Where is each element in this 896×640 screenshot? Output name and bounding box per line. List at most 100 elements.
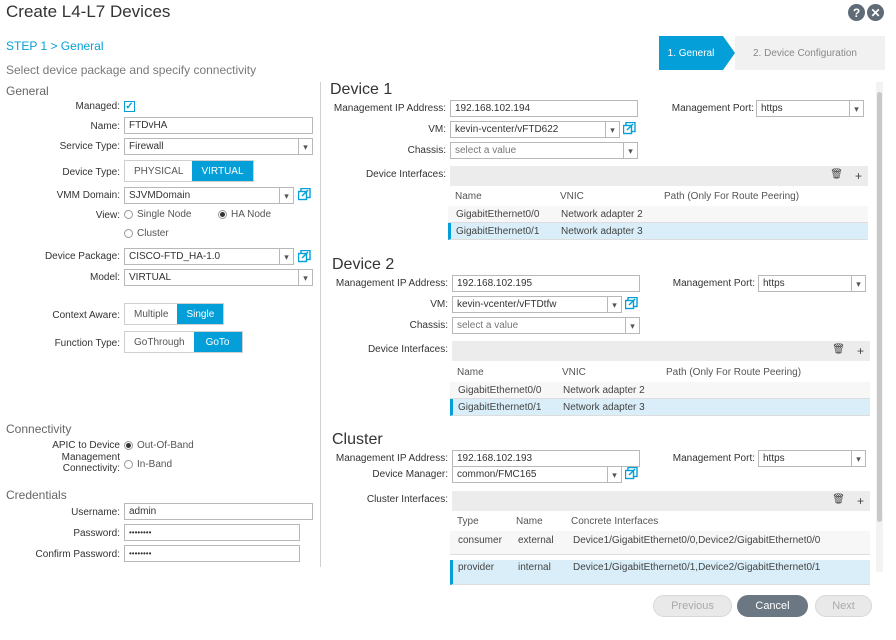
next-button[interactable]: Next [815, 595, 872, 617]
device1-chassis-placeholder: select a value [455, 145, 517, 156]
radio-selected-icon [124, 440, 133, 450]
help-icon[interactable]: ? [848, 4, 865, 21]
username-input[interactable]: admin [124, 503, 313, 520]
cluster-heading: Cluster [332, 431, 383, 448]
add-icon[interactable]: + [855, 169, 862, 183]
vmm-domain-value: SJVMDomain [129, 190, 191, 201]
chevron-down-icon: ▾ [607, 297, 621, 312]
context-aware-multiple[interactable]: Multiple [125, 304, 178, 324]
device2-col-vnic[interactable]: VNIC [562, 367, 586, 378]
vmm-domain-select[interactable]: SJVMDomain ▾ [124, 187, 294, 204]
function-type-goto[interactable]: GoTo [193, 332, 242, 352]
username-label: Username: [71, 507, 120, 518]
device1-col-name[interactable]: Name [455, 191, 482, 202]
table-row[interactable]: GigabitEthernet0/0 Network adapter 2 [448, 206, 868, 223]
device-manager-label: Device Manager: [372, 469, 448, 480]
device-manager-select[interactable]: common/FMC165 ▾ [452, 466, 622, 483]
wizard-step-general[interactable]: 1. General [659, 36, 723, 70]
cluster-mgmt-port-label: Management Port: [672, 453, 755, 464]
device2-heading: Device 2 [332, 256, 395, 273]
device2-col-name[interactable]: Name [457, 367, 484, 378]
table-row[interactable]: consumer external Device1/GigabitEtherne… [450, 531, 870, 555]
cluster-interfaces-label: Cluster Interfaces: [366, 494, 448, 505]
device1-mgmt-port-select[interactable]: https ▾ [756, 100, 864, 117]
confirm-password-input[interactable]: •••••••• [124, 545, 300, 562]
add-icon[interactable]: + [857, 494, 864, 508]
open-link-icon[interactable] [298, 250, 311, 263]
cluster-col-type[interactable]: Type [457, 516, 479, 527]
wizard-step-device-configuration[interactable]: 2. Device Configuration [735, 36, 885, 70]
view-option-cluster[interactable]: Cluster [124, 228, 169, 239]
name-input[interactable]: FTDvHA [124, 117, 313, 134]
device2-chassis-select[interactable]: select a value ▾ [452, 317, 640, 334]
radio-icon [124, 209, 133, 219]
service-type-select[interactable]: Firewall ▾ [124, 138, 313, 155]
table-row[interactable]: GigabitEthernet0/0 Network adapter 2 [450, 382, 870, 399]
view-option-ha-node[interactable]: HA Node [218, 209, 271, 220]
device1-mgmt-port-label: Management Port: [671, 103, 754, 114]
context-aware-single[interactable]: Single [177, 304, 224, 324]
device1-interfaces-label: Device Interfaces: [365, 169, 446, 180]
device2-mgmt-ip-label: Management IP Address: [335, 278, 448, 289]
device1-chassis-select[interactable]: select a value ▾ [450, 142, 638, 159]
scrollbar-thumb[interactable] [877, 92, 882, 522]
device1-mgmt-ip-label: Management IP Address: [333, 103, 446, 114]
device-type-virtual[interactable]: VIRTUAL [192, 161, 253, 181]
chevron-down-icon: ▾ [849, 101, 863, 116]
open-link-icon[interactable] [625, 297, 638, 310]
password-input[interactable]: •••••••• [124, 524, 300, 541]
trash-icon[interactable]: 🗑 [830, 169, 843, 183]
confirm-password-label: Confirm Password: [35, 549, 120, 560]
managed-checkbox[interactable]: ✓ [124, 101, 135, 112]
device2-vm-label: VM: [430, 299, 448, 310]
device2-mgmt-ip-input[interactable]: 192.168.102.195 [452, 275, 640, 292]
name-label: Name: [90, 121, 120, 132]
open-link-icon[interactable] [625, 467, 638, 480]
general-heading: General [6, 84, 49, 98]
chevron-down-icon: ▾ [605, 122, 619, 137]
device1-vm-select[interactable]: kevin-vcenter/vFTD622 ▾ [450, 121, 620, 138]
view-option-single-node[interactable]: Single Node [124, 209, 191, 220]
chevron-down-icon: ▾ [298, 270, 312, 285]
trash-icon[interactable]: 🗑 [832, 494, 845, 508]
device2-chassis-label: Chassis: [409, 320, 448, 331]
step-breadcrumb[interactable]: STEP 1 > General [6, 39, 104, 53]
close-icon[interactable]: ✕ [867, 4, 884, 21]
device2-col-path[interactable]: Path (Only For Route Peering) [666, 367, 801, 378]
table-row[interactable]: GigabitEthernet0/1 Network adapter 3 [450, 399, 870, 416]
device1-vm-value: kevin-vcenter/vFTD622 [455, 124, 559, 135]
table-row[interactable]: GigabitEthernet0/1 Network adapter 3 [448, 223, 868, 240]
device2-vm-select[interactable]: kevin-vcenter/vFTDtfw ▾ [452, 296, 622, 313]
add-icon[interactable]: + [857, 344, 864, 358]
device1-col-vnic[interactable]: VNIC [560, 191, 584, 202]
radio-selected-icon [218, 209, 227, 219]
model-select[interactable]: VIRTUAL ▾ [124, 269, 313, 286]
management-connectivity-label: Management Connectivity: [61, 452, 120, 474]
device2-mgmt-port-select[interactable]: https ▾ [758, 275, 866, 292]
connectivity-out-of-band[interactable]: Out-Of-Band [124, 440, 194, 451]
vertical-scrollbar[interactable] [876, 82, 883, 572]
service-type-label: Service Type: [59, 141, 120, 152]
open-link-icon[interactable] [298, 188, 311, 201]
device-package-select[interactable]: CISCO-FTD_HA-1.0 ▾ [124, 248, 294, 265]
cancel-button[interactable]: Cancel [737, 595, 808, 617]
cluster-mgmt-ip-input[interactable]: 192.168.102.193 [452, 450, 640, 467]
open-link-icon[interactable] [623, 122, 636, 135]
trash-icon[interactable]: 🗑 [832, 344, 845, 358]
chevron-down-icon: ▾ [279, 188, 293, 203]
table-row[interactable]: provider internal Device1/GigabitEtherne… [450, 560, 870, 585]
device-type-physical[interactable]: PHYSICAL [125, 161, 193, 181]
cluster-col-name[interactable]: Name [516, 516, 543, 527]
cluster-col-concrete[interactable]: Concrete Interfaces [571, 516, 658, 527]
device-package-value: CISCO-FTD_HA-1.0 [129, 251, 221, 262]
device1-col-path[interactable]: Path (Only For Route Peering) [664, 191, 799, 202]
view-label: View: [95, 210, 120, 221]
device1-mgmt-ip-input[interactable]: 192.168.102.194 [450, 100, 638, 117]
cluster-mgmt-port-select[interactable]: https ▾ [758, 450, 866, 467]
radio-icon [124, 459, 133, 469]
function-type-gothrough[interactable]: GoThrough [125, 332, 194, 352]
panel-divider [320, 82, 321, 567]
connectivity-in-band[interactable]: In-Band [124, 459, 172, 470]
previous-button[interactable]: Previous [653, 595, 732, 617]
model-value: VIRTUAL [129, 272, 172, 283]
